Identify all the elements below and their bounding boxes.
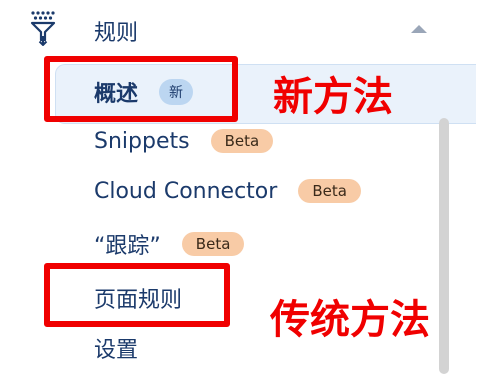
scrollbar[interactable]: [439, 118, 449, 374]
filter-icon: [30, 11, 56, 46]
annotation-box-new: [44, 56, 238, 122]
sidebar-item-trace[interactable]: “跟踪” Beta: [94, 228, 245, 260]
beta-badge: Beta: [181, 232, 245, 256]
sidebar-item-label: Snippets: [94, 128, 190, 154]
annotation-box-traditional: [44, 263, 230, 327]
sidebar-screenshot: 规则 概述 新 Snippets Beta Cloud Connector Be…: [0, 0, 481, 390]
sidebar-item-label: Cloud Connector: [94, 178, 278, 204]
sidebar-item-label: 设置: [94, 338, 139, 363]
sidebar-item-cloud-connector[interactable]: Cloud Connector Beta: [94, 178, 361, 204]
chevron-up-icon[interactable]: [411, 25, 427, 33]
rules-group-header[interactable]: 规则: [0, 0, 440, 62]
sidebar-item-snippets[interactable]: Snippets Beta: [94, 128, 274, 154]
sidebar-item-label: “跟踪”: [94, 234, 161, 259]
rules-group-label: 规则: [94, 21, 139, 46]
annotation-traditional-method: 传统方法: [270, 297, 430, 343]
annotation-new-method: 新方法: [273, 74, 393, 120]
sidebar-item-settings[interactable]: 设置: [94, 332, 138, 364]
beta-badge: Beta: [210, 129, 274, 153]
beta-badge: Beta: [298, 179, 361, 203]
